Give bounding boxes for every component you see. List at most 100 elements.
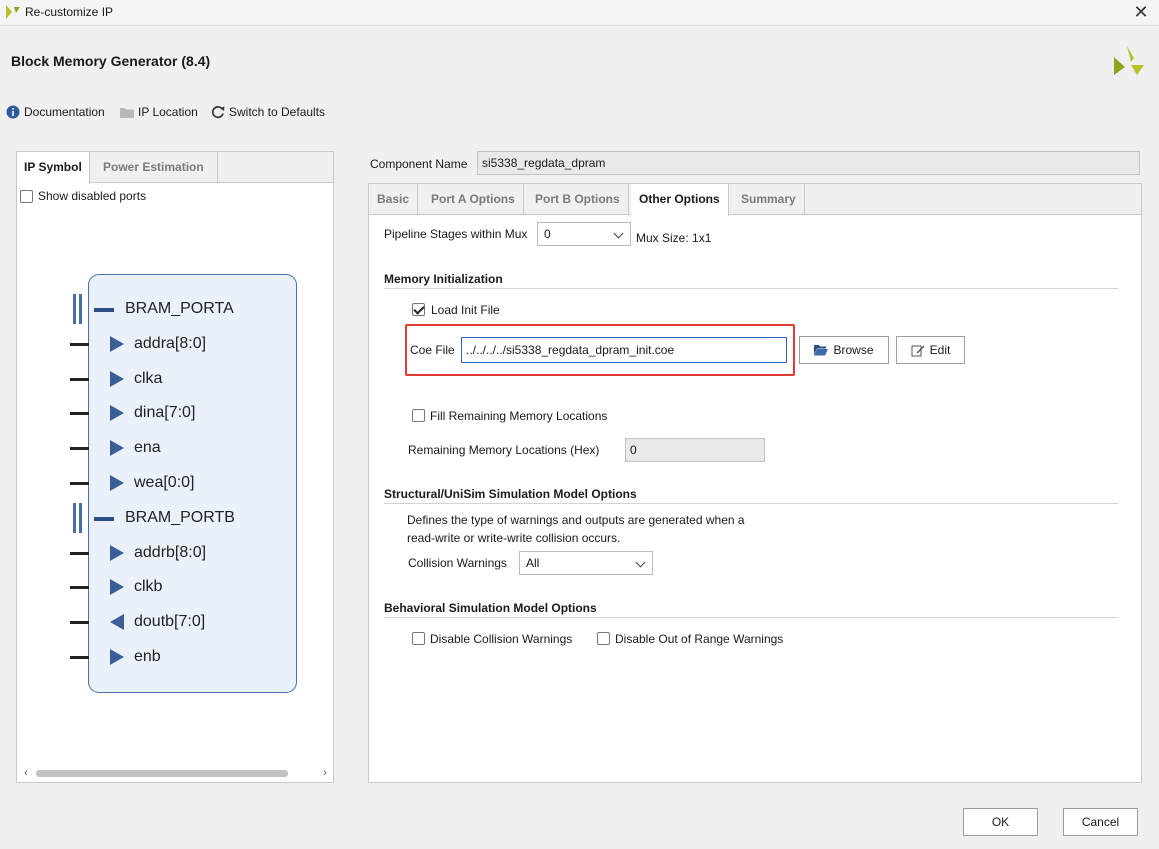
memory-initialization-heading: Memory Initialization bbox=[384, 272, 503, 286]
input-arrow-icon bbox=[110, 545, 124, 561]
chevron-down-icon bbox=[613, 228, 624, 239]
refresh-icon bbox=[211, 106, 225, 119]
port-label: doutb[7:0] bbox=[134, 613, 206, 630]
tab-basic[interactable]: Basic bbox=[369, 184, 419, 215]
cancel-button[interactable]: Cancel bbox=[1063, 808, 1138, 836]
fill-remaining-label: Fill Remaining Memory Locations bbox=[430, 409, 608, 423]
pin bbox=[70, 412, 89, 415]
collision-warnings-select[interactable]: All bbox=[519, 551, 653, 575]
pin bbox=[70, 656, 89, 659]
tab-summary[interactable]: Summary bbox=[733, 184, 805, 215]
output-arrow-icon bbox=[110, 614, 124, 630]
left-tab-bar: IP Symbol Power Estimation bbox=[17, 152, 333, 184]
switch-to-defaults-link[interactable]: Switch to Defaults bbox=[211, 104, 325, 120]
port-label: clka bbox=[134, 370, 163, 387]
input-arrow-icon bbox=[110, 405, 124, 421]
edit-button[interactable]: Edit bbox=[896, 336, 965, 364]
edit-label: Edit bbox=[929, 343, 951, 357]
dialog-title: Block Memory Generator (8.4) bbox=[11, 53, 211, 69]
info-icon bbox=[6, 105, 20, 119]
disable-out-of-range-checkbox[interactable] bbox=[597, 632, 610, 645]
mux-size-label: Mux Size: 1x1 bbox=[636, 231, 712, 245]
structural-description-line1: Defines the type of warnings and outputs… bbox=[407, 513, 745, 527]
load-init-file-checkbox[interactable] bbox=[412, 303, 425, 316]
component-name-label: Component Name bbox=[370, 157, 468, 171]
bus-connector-portb bbox=[73, 503, 76, 533]
disable-out-of-range-label: Disable Out of Range Warnings bbox=[615, 632, 784, 646]
port-label: addrb[8:0] bbox=[134, 544, 207, 561]
input-arrow-icon bbox=[110, 475, 124, 491]
tab-port-a-options[interactable]: Port A Options bbox=[423, 184, 524, 215]
toolbar: Documentation IP Location Switch to Defa… bbox=[0, 97, 600, 125]
scroll-left-icon[interactable]: ‹ bbox=[20, 767, 32, 780]
pipeline-stages-label: Pipeline Stages within Mux bbox=[384, 227, 528, 241]
pin bbox=[70, 552, 89, 555]
ip-location-label: IP Location bbox=[138, 105, 198, 119]
bus-connector-porta bbox=[73, 294, 76, 324]
input-arrow-icon bbox=[110, 579, 124, 595]
xilinx-logo-icon bbox=[1114, 46, 1144, 75]
cancel-label: Cancel bbox=[1081, 815, 1120, 829]
pin bbox=[70, 343, 89, 346]
disable-collision-warnings-checkbox[interactable] bbox=[412, 632, 425, 645]
structural-description-line2: read-write or write-write collision occu… bbox=[407, 531, 621, 545]
remaining-locations-field[interactable]: 0 bbox=[625, 438, 765, 462]
edit-icon bbox=[911, 345, 925, 357]
bus-connector-portb-2 bbox=[79, 503, 82, 533]
input-arrow-icon bbox=[110, 336, 124, 352]
component-name-field[interactable]: si5338_regdata_dpram bbox=[477, 151, 1140, 175]
show-disabled-ports-label: Show disabled ports bbox=[38, 189, 147, 203]
window-title: Re-customize IP bbox=[25, 5, 114, 19]
input-arrow-icon bbox=[110, 649, 124, 665]
browse-label: Browse bbox=[833, 343, 874, 357]
window-titlebar: Re-customize IP ✕ bbox=[0, 0, 1159, 26]
bus-label-portb: BRAM_PORTB bbox=[125, 509, 235, 526]
port-label: addra[8:0] bbox=[134, 335, 207, 352]
bus-connector-porta-2 bbox=[79, 294, 82, 324]
port-label: ena bbox=[134, 439, 161, 456]
pin bbox=[70, 586, 89, 589]
tab-power-estimation[interactable]: Power Estimation bbox=[96, 152, 218, 183]
documentation-link[interactable]: Documentation bbox=[6, 104, 105, 120]
tab-other-options[interactable]: Other Options bbox=[631, 184, 729, 216]
scroll-right-icon[interactable]: › bbox=[319, 767, 331, 780]
options-tab-bar: Basic Port A Options Port B Options Othe… bbox=[369, 184, 1141, 216]
pin bbox=[70, 378, 89, 381]
behavioral-options-heading: Behavioral Simulation Model Options bbox=[384, 601, 597, 615]
pipeline-stages-value: 0 bbox=[544, 227, 551, 241]
port-label: wea[0:0] bbox=[134, 474, 195, 491]
dialog-header: Block Memory Generator (8.4) bbox=[0, 27, 1159, 97]
ok-button[interactable]: OK bbox=[963, 808, 1038, 836]
tab-ip-symbol[interactable]: IP Symbol bbox=[17, 152, 90, 184]
collision-warnings-label: Collision Warnings bbox=[408, 556, 507, 570]
show-disabled-ports-checkbox[interactable] bbox=[20, 190, 33, 203]
port-label: dina[7:0] bbox=[134, 404, 196, 421]
scrollbar-thumb[interactable] bbox=[36, 770, 288, 777]
coe-file-label: Coe File bbox=[410, 343, 455, 357]
load-init-file-label: Load Init File bbox=[431, 303, 500, 317]
folder-icon bbox=[120, 108, 134, 118]
structural-options-heading: Structural/UniSim Simulation Model Optio… bbox=[384, 487, 637, 501]
horizontal-scrollbar[interactable]: ‹ › bbox=[20, 767, 331, 780]
coe-file-input[interactable]: ../../../../si5338_regdata_dpram_init.co… bbox=[461, 337, 787, 363]
input-arrow-icon bbox=[110, 440, 124, 456]
ip-location-link[interactable]: IP Location bbox=[120, 104, 198, 120]
bus-dash-porta bbox=[94, 308, 114, 312]
collision-warnings-value: All bbox=[526, 556, 540, 570]
tab-port-b-options[interactable]: Port B Options bbox=[527, 184, 629, 215]
section-divider bbox=[384, 503, 1118, 504]
pin bbox=[70, 447, 89, 450]
open-folder-icon bbox=[814, 345, 829, 356]
input-arrow-icon bbox=[110, 371, 124, 387]
ok-label: OK bbox=[991, 815, 1010, 829]
chevron-down-icon bbox=[635, 557, 646, 568]
switch-to-defaults-label: Switch to Defaults bbox=[229, 105, 326, 119]
pin bbox=[70, 482, 89, 485]
app-icon bbox=[6, 5, 20, 19]
pipeline-stages-select[interactable]: 0 bbox=[537, 222, 631, 246]
browse-button[interactable]: Browse bbox=[799, 336, 889, 364]
fill-remaining-checkbox[interactable] bbox=[412, 409, 425, 422]
remaining-locations-label: Remaining Memory Locations (Hex) bbox=[408, 443, 600, 457]
port-label: clkb bbox=[134, 578, 163, 595]
close-icon[interactable]: ✕ bbox=[1131, 2, 1151, 22]
